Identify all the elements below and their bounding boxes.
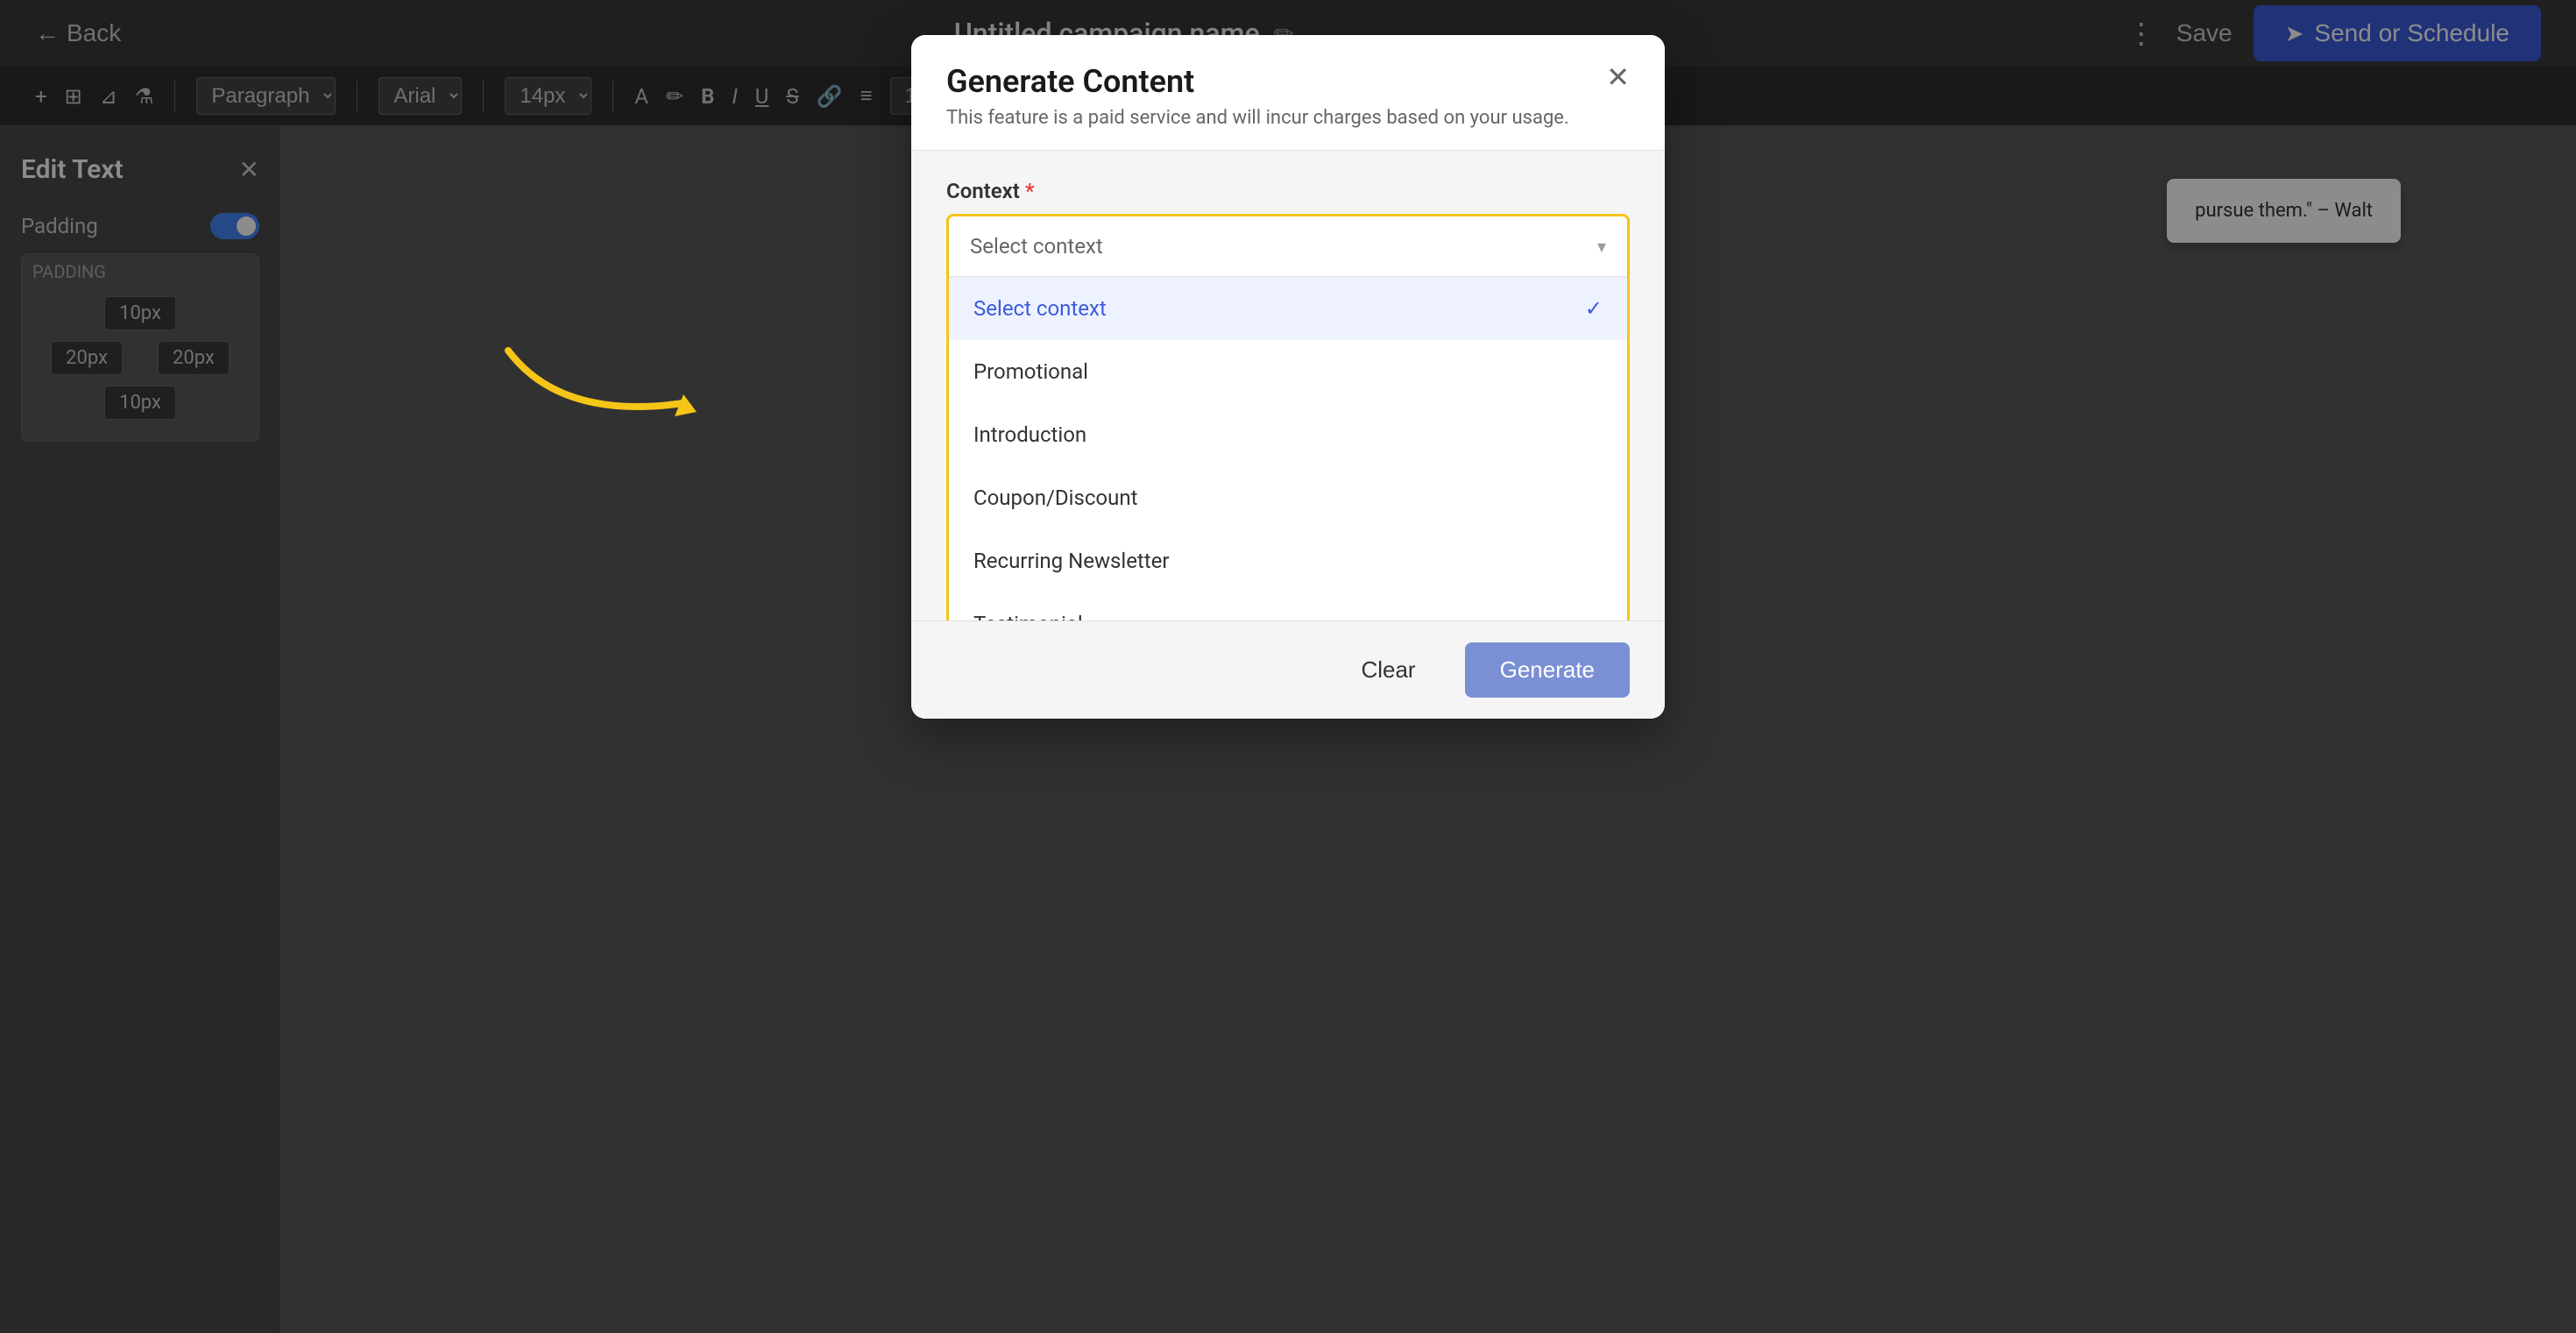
modal-title-area: Generate Content This feature is a paid … [946, 63, 1569, 129]
modal-header: Generate Content This feature is a paid … [911, 35, 1665, 151]
context-option-label-coupon: Coupon/Discount [973, 486, 1137, 510]
context-option-label-promotional: Promotional [973, 359, 1088, 384]
generate-button[interactable]: Generate [1465, 642, 1630, 698]
context-option-coupon[interactable]: Coupon/Discount [949, 466, 1627, 529]
context-option-testimonial[interactable]: Testimonial [949, 592, 1627, 620]
context-dropdown-trigger[interactable]: Select context ▾ [949, 216, 1627, 277]
modal-title-text: Generate Content This feature is a paid … [946, 63, 1569, 129]
context-label: Context * [946, 179, 1630, 203]
context-option-label-newsletter: Recurring Newsletter [973, 549, 1170, 573]
modal-footer: Clear Generate [911, 620, 1665, 719]
context-option-introduction[interactable]: Introduction [949, 403, 1627, 466]
context-dropdown-list: Select context ✓ Promotional Introductio… [949, 277, 1627, 620]
context-option-label-select: Select context [973, 296, 1107, 321]
modal-subtitle: This feature is a paid service and will … [946, 107, 1569, 129]
context-dropdown-container: Select context ▾ Select context ✓ Promot… [946, 214, 1630, 620]
generate-content-modal: Generate Content This feature is a paid … [911, 35, 1665, 719]
context-option-label-introduction: Introduction [973, 422, 1086, 447]
required-indicator: * [1025, 179, 1035, 203]
modal-body: Context * Select context ▾ Select contex… [911, 151, 1665, 620]
modal-title: Generate Content [946, 63, 1569, 100]
context-option-select[interactable]: Select context ✓ [949, 277, 1627, 340]
context-option-promotional[interactable]: Promotional [949, 340, 1627, 403]
check-icon: ✓ [1585, 296, 1603, 321]
clear-button[interactable]: Clear [1329, 642, 1447, 698]
modal-overlay: Generate Content This feature is a paid … [0, 0, 2576, 1333]
context-option-newsletter[interactable]: Recurring Newsletter [949, 529, 1627, 592]
context-option-label-testimonial: Testimonial [973, 612, 1083, 620]
chevron-down-icon: ▾ [1597, 236, 1606, 257]
context-selected-value: Select context [970, 234, 1103, 259]
modal-close-button[interactable]: ✕ [1606, 63, 1630, 91]
